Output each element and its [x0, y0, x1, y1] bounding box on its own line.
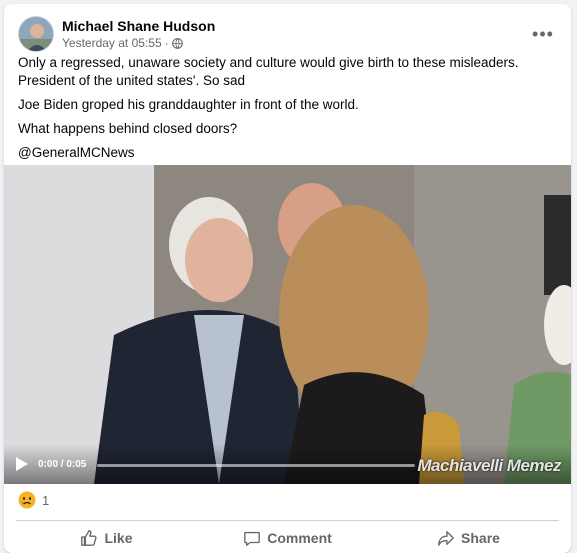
- post-text-line-3: What happens behind closed doors?: [18, 121, 238, 136]
- share-icon: [438, 530, 454, 546]
- post-meta: Michael Shane Hudson Yesterday at 05:55 …: [62, 18, 215, 50]
- post-card: Michael Shane Hudson Yesterday at 05:55 …: [4, 4, 571, 553]
- author-name[interactable]: Michael Shane Hudson: [62, 18, 215, 34]
- comment-button[interactable]: Comment: [197, 522, 378, 553]
- reaction-summary[interactable]: 1: [18, 491, 49, 509]
- post-header: Michael Shane Hudson Yesterday at 05:55 …: [18, 14, 561, 54]
- reaction-count: 1: [42, 492, 50, 508]
- post-timestamp[interactable]: Yesterday at 05:55: [62, 36, 162, 50]
- post-text: Only a regressed, unaware society and cu…: [18, 54, 557, 168]
- mention-link[interactable]: @GeneralMCNews: [18, 144, 557, 162]
- post-subline: Yesterday at 05:55 ·: [62, 36, 215, 50]
- video-frame: [4, 165, 571, 484]
- more-horizontal-icon[interactable]: •••: [531, 22, 555, 46]
- video-time: 0:00 / 0:05: [38, 458, 87, 470]
- sad-reaction-icon: [18, 491, 36, 509]
- video-progress-bar[interactable]: [97, 464, 415, 467]
- play-icon[interactable]: [16, 457, 28, 471]
- divider: [16, 520, 559, 521]
- share-label: Share: [461, 529, 500, 546]
- post-text-line-1: Only a regressed, unaware society and cu…: [18, 55, 519, 88]
- comment-icon: [244, 531, 261, 546]
- share-button[interactable]: Share: [378, 522, 559, 553]
- separator: ·: [164, 36, 169, 50]
- comment-label: Comment: [267, 529, 332, 546]
- post-text-line-2: Joe Biden groped his granddaughter in fr…: [18, 97, 359, 112]
- like-label: Like: [104, 529, 133, 546]
- like-button[interactable]: Like: [16, 522, 197, 553]
- action-bar: Like Comment Share: [16, 522, 559, 553]
- video-watermark: Machiavelli Memez: [417, 456, 561, 475]
- video-player[interactable]: 0:00 / 0:05 Machiavelli Memez: [4, 165, 571, 484]
- thumbs-up-icon: [81, 529, 98, 546]
- author-avatar[interactable]: [18, 16, 54, 52]
- globe-icon: [171, 37, 183, 49]
